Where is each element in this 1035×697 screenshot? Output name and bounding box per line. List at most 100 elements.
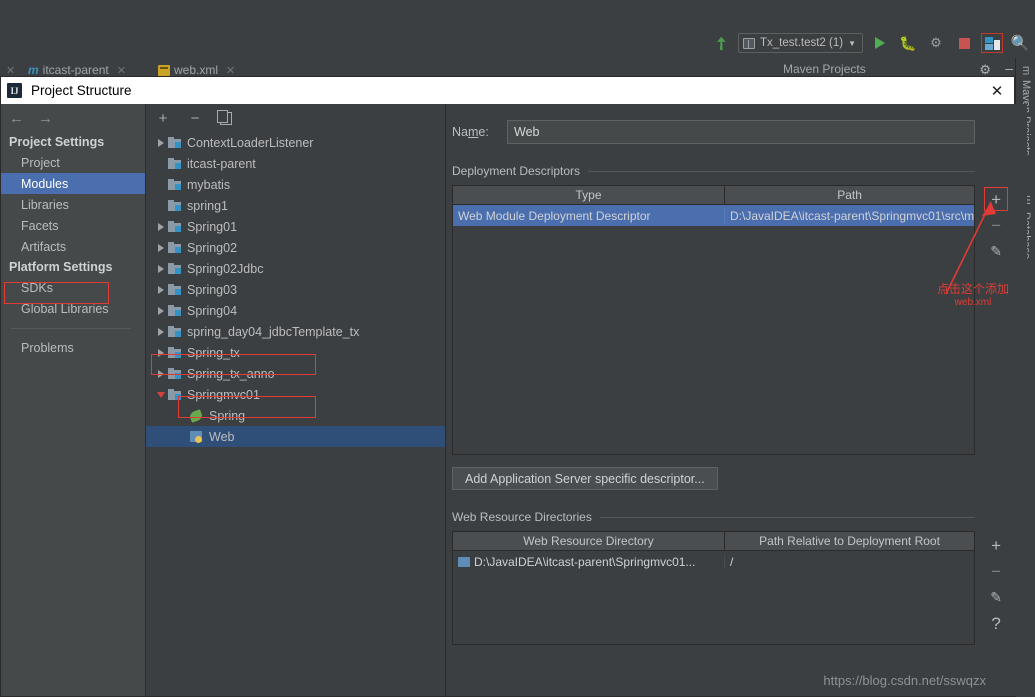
cell-relative-path: / (730, 554, 734, 569)
column-header-relative-path[interactable]: Path Relative to Deployment Root (725, 532, 974, 550)
tree-item-contextloaderlistener[interactable]: ContextLoaderListener (146, 132, 445, 153)
debug-button[interactable]: 🐛 (897, 32, 919, 54)
project-structure-button[interactable] (981, 33, 1003, 53)
tree-item-label: Spring03 (187, 282, 238, 297)
tree-item-label: itcast-parent (187, 156, 256, 171)
pencil-icon[interactable]: ✎ (984, 585, 1008, 609)
sidebar-item-facets[interactable]: Facets (1, 215, 145, 236)
watermark: https://blog.csdn.net/sswqzx (823, 673, 986, 688)
maven-m-icon: m (28, 63, 39, 77)
remove-module-button[interactable]: − (188, 111, 202, 126)
tree-item-spring01[interactable]: Spring01 (146, 216, 445, 237)
spring-leaf-icon (188, 408, 204, 423)
tree-item-spring-tx[interactable]: Spring_tx (146, 342, 445, 363)
copy-icon[interactable] (217, 109, 232, 125)
tree-item-label: Spring04 (187, 303, 238, 318)
chevron-right-icon[interactable] (154, 369, 168, 378)
chevron-right-icon[interactable] (154, 264, 168, 273)
sidebar-item-artifacts[interactable]: Artifacts (1, 236, 145, 257)
tree-item-label: Spring (209, 408, 246, 423)
facet-name-input[interactable] (507, 120, 976, 144)
intellij-idea-icon: IJ (7, 83, 22, 98)
chevron-right-icon[interactable] (154, 327, 168, 336)
modules-tree: ContextLoaderListener itcast-parent mybati… (146, 132, 445, 447)
sidebar-item-global-libraries[interactable]: Global Libraries (1, 298, 145, 319)
section-divider (588, 170, 976, 172)
table-row[interactable]: D:\JavaIDEA\itcast-parent\Springmvc01...… (453, 551, 974, 572)
column-header-web-resource-directory[interactable]: Web Resource Directory (453, 532, 725, 550)
settings-divider (11, 328, 131, 329)
stop-button[interactable] (953, 32, 975, 54)
close-dialog-button[interactable]: ✕ (988, 82, 1006, 100)
help-button[interactable]: ? (984, 611, 1008, 635)
modules-tree-pane: + − ContextLoaderListener itcast-parent my… (146, 104, 446, 696)
modules-tree-toolbar: + − (146, 104, 445, 132)
table-body: Web Module Deployment Descriptor D:\Java… (453, 205, 975, 226)
minimize-icon[interactable]: – (1005, 60, 1013, 76)
add-descriptor-button[interactable]: + (984, 187, 1009, 211)
tree-item-label: Spring02 (187, 240, 238, 255)
tree-item-mybatis[interactable]: mybatis (146, 174, 445, 195)
add-web-resource-button[interactable]: + (984, 533, 1008, 557)
sidebar-item-sdks[interactable]: SDKs (1, 277, 145, 298)
tree-item-label: spring_day04_jdbcTemplate_tx (187, 324, 360, 339)
sidebar-item-libraries[interactable]: Libraries (1, 194, 145, 215)
arrow-left-icon[interactable]: ← (9, 111, 24, 126)
project-structure-icon (984, 36, 1000, 50)
maven-m-icon: m (1020, 66, 1032, 76)
tree-item-spring03[interactable]: Spring03 (146, 279, 445, 300)
module-icon (168, 368, 181, 379)
column-header-type[interactable]: Type (453, 186, 725, 204)
deployment-descriptors-buttons: + − ✎ (975, 185, 1017, 455)
column-header-path[interactable]: Path (725, 186, 974, 204)
close-icon[interactable]: ✕ (226, 64, 235, 77)
tree-item-spring02jdbc[interactable]: Spring02Jdbc (146, 258, 445, 279)
sidebar-item-modules[interactable]: Modules (1, 173, 145, 194)
rerun-button[interactable]: ⚙ (925, 32, 947, 54)
chevron-down-icon[interactable] (154, 391, 168, 398)
close-icon[interactable]: ✕ (117, 64, 126, 77)
arrow-back-green-icon[interactable]: ➚ (709, 31, 733, 55)
sidebar-item-project[interactable]: Project (1, 152, 145, 173)
chevron-right-icon[interactable] (154, 138, 168, 147)
table-row[interactable]: Web Module Deployment Descriptor D:\Java… (453, 205, 975, 226)
dialog-body: ← → Project Settings Project Modules Lib… (1, 104, 1028, 696)
tree-item-spring04[interactable]: Spring04 (146, 300, 445, 321)
chevron-down-icon: ▼ (848, 38, 856, 48)
arrow-right-icon[interactable]: → (38, 111, 53, 126)
module-icon (168, 284, 181, 295)
add-module-button[interactable]: + (156, 111, 170, 126)
tree-item-spring-tx-anno[interactable]: Spring_tx_anno (146, 363, 445, 384)
chevron-right-icon[interactable] (154, 306, 168, 315)
editor-tab-label: web.xml (174, 63, 219, 77)
search-button[interactable]: 🔍 (1009, 32, 1031, 54)
add-app-server-descriptor-button[interactable]: Add Application Server specific descript… (452, 467, 718, 490)
facet-name-label: Name: (452, 125, 489, 139)
tree-item-itcast-parent[interactable]: itcast-parent (146, 153, 445, 174)
remove-descriptor-button[interactable]: − (984, 213, 1008, 237)
run-button[interactable] (869, 32, 891, 54)
chevron-right-icon[interactable] (154, 243, 168, 252)
run-configuration-selector[interactable]: Tx_test.test2 (1) ▼ (737, 33, 863, 53)
chevron-right-icon[interactable] (154, 285, 168, 294)
dialog-title-bar: IJ Project Structure ✕ (1, 77, 1014, 104)
table-header-row: Type Path (453, 186, 975, 205)
pencil-icon[interactable]: ✎ (984, 239, 1008, 263)
tree-item-spring1[interactable]: spring1 (146, 195, 445, 216)
tree-item-web[interactable]: Web (146, 426, 445, 447)
tree-item-springmvc01[interactable]: Springmvc01 (146, 384, 445, 405)
module-icon (168, 305, 181, 316)
tree-item-spring[interactable]: Spring (146, 405, 445, 426)
tree-item-spring-day04-jdbctemplate-tx[interactable]: spring_day04_jdbcTemplate_tx (146, 321, 445, 342)
remove-web-resource-button[interactable]: − (984, 559, 1008, 583)
module-icon (168, 347, 181, 358)
chevron-right-icon[interactable] (154, 348, 168, 357)
tree-item-spring02[interactable]: Spring02 (146, 237, 445, 258)
settings-navigation-pane: ← → Project Settings Project Modules Lib… (1, 104, 146, 696)
maven-projects-title: Maven Projects (783, 62, 866, 76)
module-icon (168, 389, 181, 400)
chevron-right-icon[interactable] (154, 222, 168, 231)
web-facet-icon (190, 430, 203, 443)
cell-directory: D:\JavaIDEA\itcast-parent\Springmvc01... (453, 554, 725, 569)
sidebar-item-problems[interactable]: Problems (1, 337, 145, 358)
